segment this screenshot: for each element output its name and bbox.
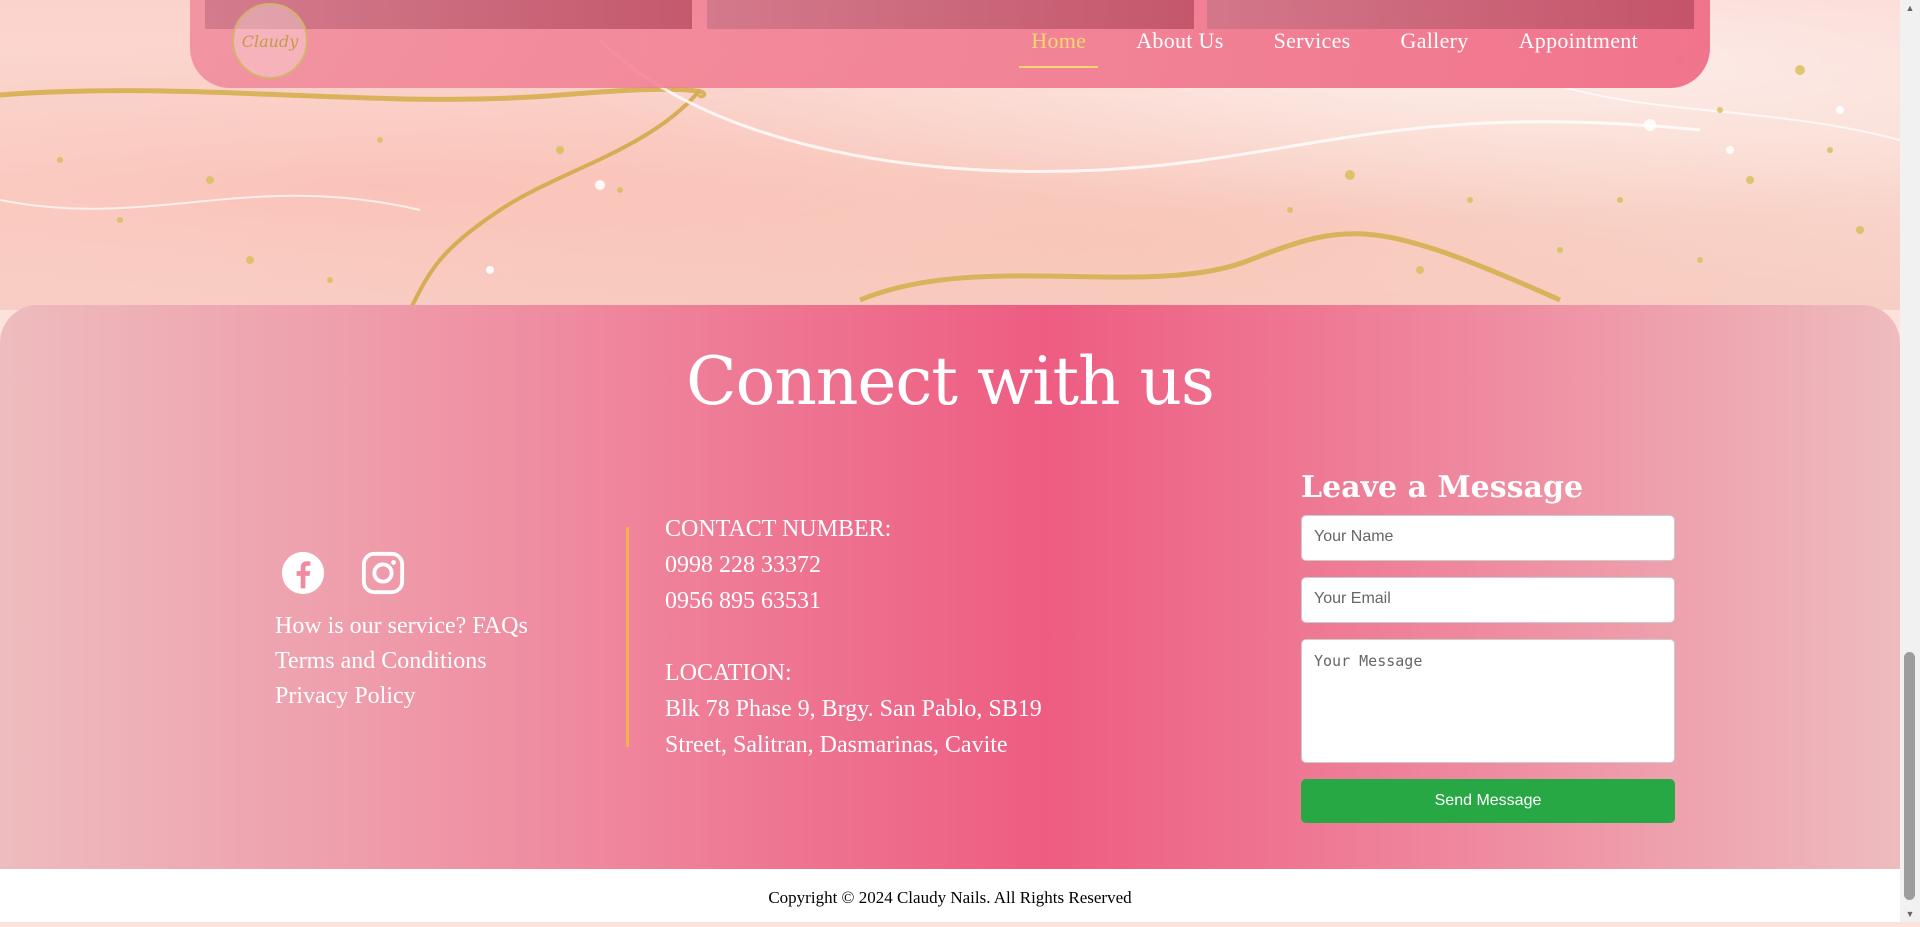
location-label: LOCATION: [665,660,792,686]
contact-label: CONTACT NUMBER: [665,516,892,542]
form-title: Leave a Message [1301,470,1584,505]
terms-link[interactable]: Terms and Conditions [275,648,528,675]
scroll-down-icon[interactable]: ▼ [1900,906,1920,922]
nav-gallery[interactable]: Gallery [1389,22,1481,68]
divider [626,527,629,747]
email-field[interactable]: Your Email [1301,577,1675,623]
connect-title: Connect with us [686,343,1215,420]
send-message-button[interactable]: Send Message [1301,779,1675,823]
message-field[interactable]: Your Message [1301,639,1675,763]
contact-info: CONTACT NUMBER: 0998 228 33372 0956 895 … [665,511,1042,763]
scroll-up-icon[interactable]: ▲ [1900,0,1920,16]
message-form: Leave a Message Your Name Your Email You… [1301,470,1675,823]
phone-number: 0998 228 33372 [665,552,821,578]
connect-section: Connect with us How is our service? FAQs… [0,305,1900,870]
scrollbar-thumb[interactable] [1904,652,1915,900]
nav-services[interactable]: Services [1262,22,1363,68]
copyright: Copyright © 2024 Claudy Nails. All Right… [0,869,1900,922]
facebook-icon[interactable] [280,550,326,596]
site-header: Claudy Home About Us Services Gallery Ap… [190,0,1710,88]
name-field[interactable]: Your Name [1301,515,1675,561]
social-icons [280,550,406,596]
nav-appointment[interactable]: Appointment [1507,22,1650,68]
brand-logo[interactable]: Claudy [232,3,308,79]
phone-number: 0956 895 63531 [665,588,821,614]
nav-home[interactable]: Home [1019,22,1099,68]
main-nav: Home About Us Services Gallery Appointme… [993,22,1650,68]
faq-link[interactable]: How is our service? FAQs [275,613,528,640]
logo-text: Claudy [241,31,299,51]
address-line: Blk 78 Phase 9, Brgy. San Pablo, SB19 [665,696,1042,722]
privacy-link[interactable]: Privacy Policy [275,683,528,710]
scrollbar[interactable]: ▲ ▼ [1900,0,1920,922]
nav-about-us[interactable]: About Us [1124,22,1235,68]
footer-links: How is our service? FAQs Terms and Condi… [275,613,528,718]
instagram-icon[interactable] [360,550,406,596]
address-line: Street, Salitran, Dasmarinas, Cavite [665,732,1008,758]
